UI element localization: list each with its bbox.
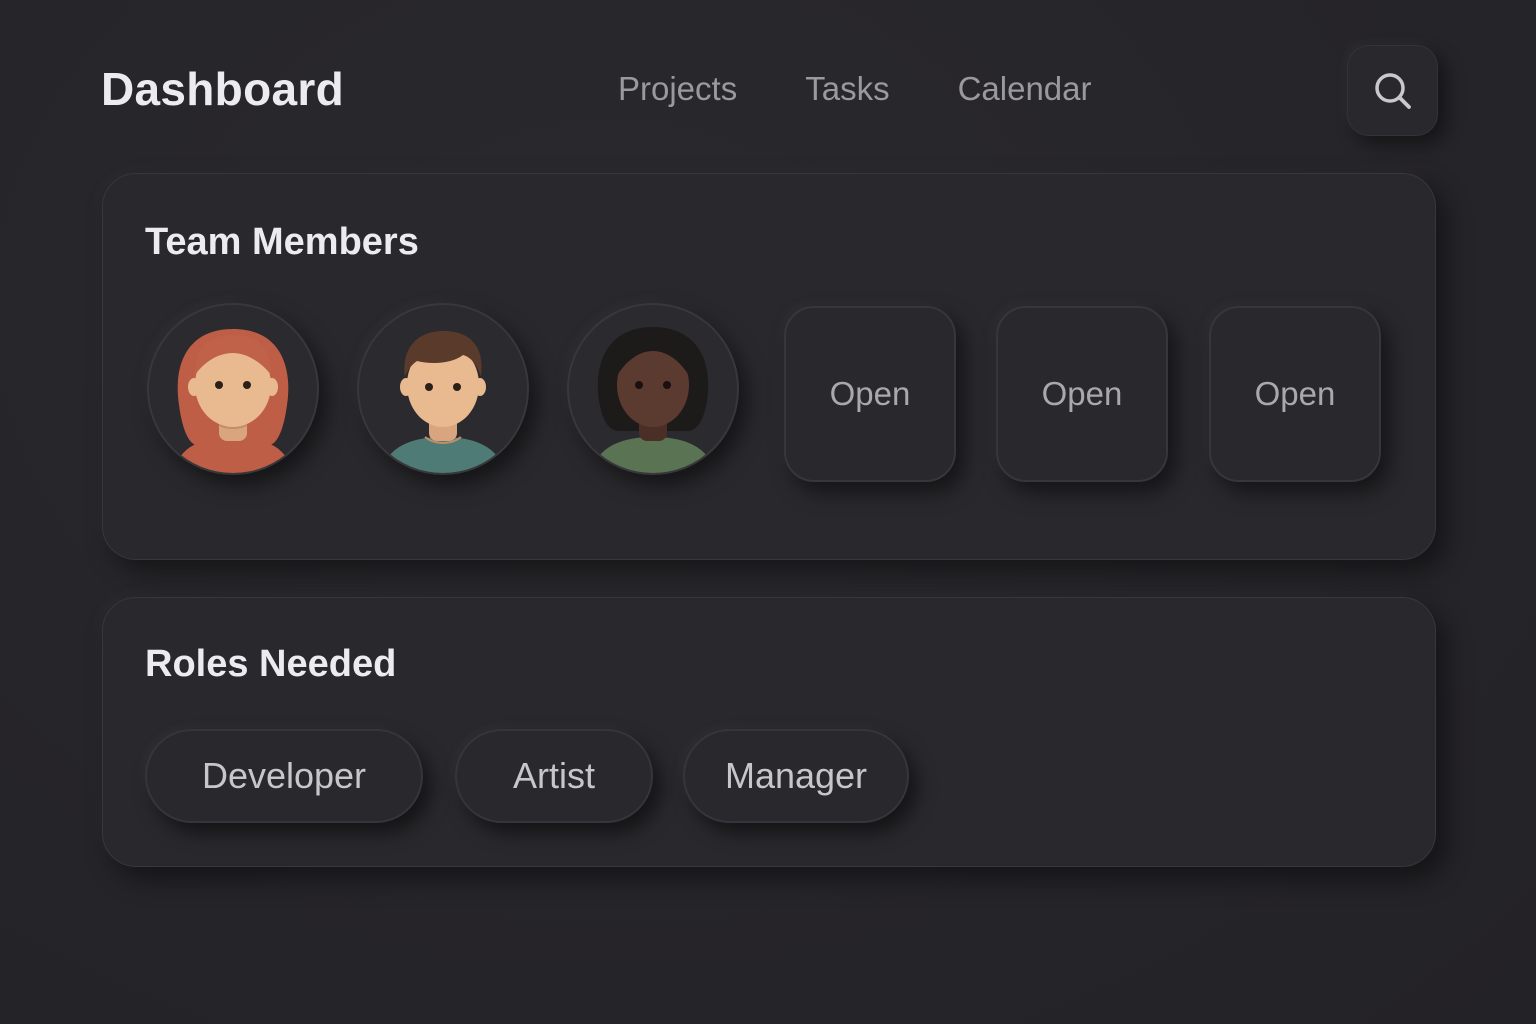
nav-tasks[interactable]: Tasks xyxy=(805,70,889,108)
nav-calendar[interactable]: Calendar xyxy=(958,70,1092,108)
roles-needed-card: Roles Needed Developer Artist Manager xyxy=(102,597,1436,867)
avatar-woman-red-hair-icon xyxy=(173,329,293,473)
open-slot-2[interactable]: Open xyxy=(996,306,1168,482)
avatar-man-brown-hair-icon xyxy=(381,331,505,473)
team-member-avatar-2[interactable] xyxy=(357,303,529,475)
role-chip-artist[interactable]: Artist xyxy=(455,729,653,823)
team-members-card: Team Members Open Open Open xyxy=(102,173,1436,560)
search-button[interactable] xyxy=(1347,45,1438,136)
dashboard-page: Dashboard Projects Tasks Calendar Team M… xyxy=(0,0,1536,1024)
team-members-title: Team Members xyxy=(145,221,419,263)
top-nav: Projects Tasks Calendar xyxy=(618,70,1092,108)
open-slot-3[interactable]: Open xyxy=(1209,306,1381,482)
team-member-avatar-3[interactable] xyxy=(567,303,739,475)
role-chip-developer[interactable]: Developer xyxy=(145,729,423,823)
roles-needed-title: Roles Needed xyxy=(145,643,397,685)
open-slot-1[interactable]: Open xyxy=(784,306,956,482)
avatar-woman-black-hair-icon xyxy=(591,327,715,473)
nav-projects[interactable]: Projects xyxy=(618,70,737,108)
search-icon xyxy=(1374,72,1411,109)
page-title: Dashboard xyxy=(101,63,344,115)
role-chip-manager[interactable]: Manager xyxy=(683,729,909,823)
team-member-avatar-1[interactable] xyxy=(147,303,319,475)
